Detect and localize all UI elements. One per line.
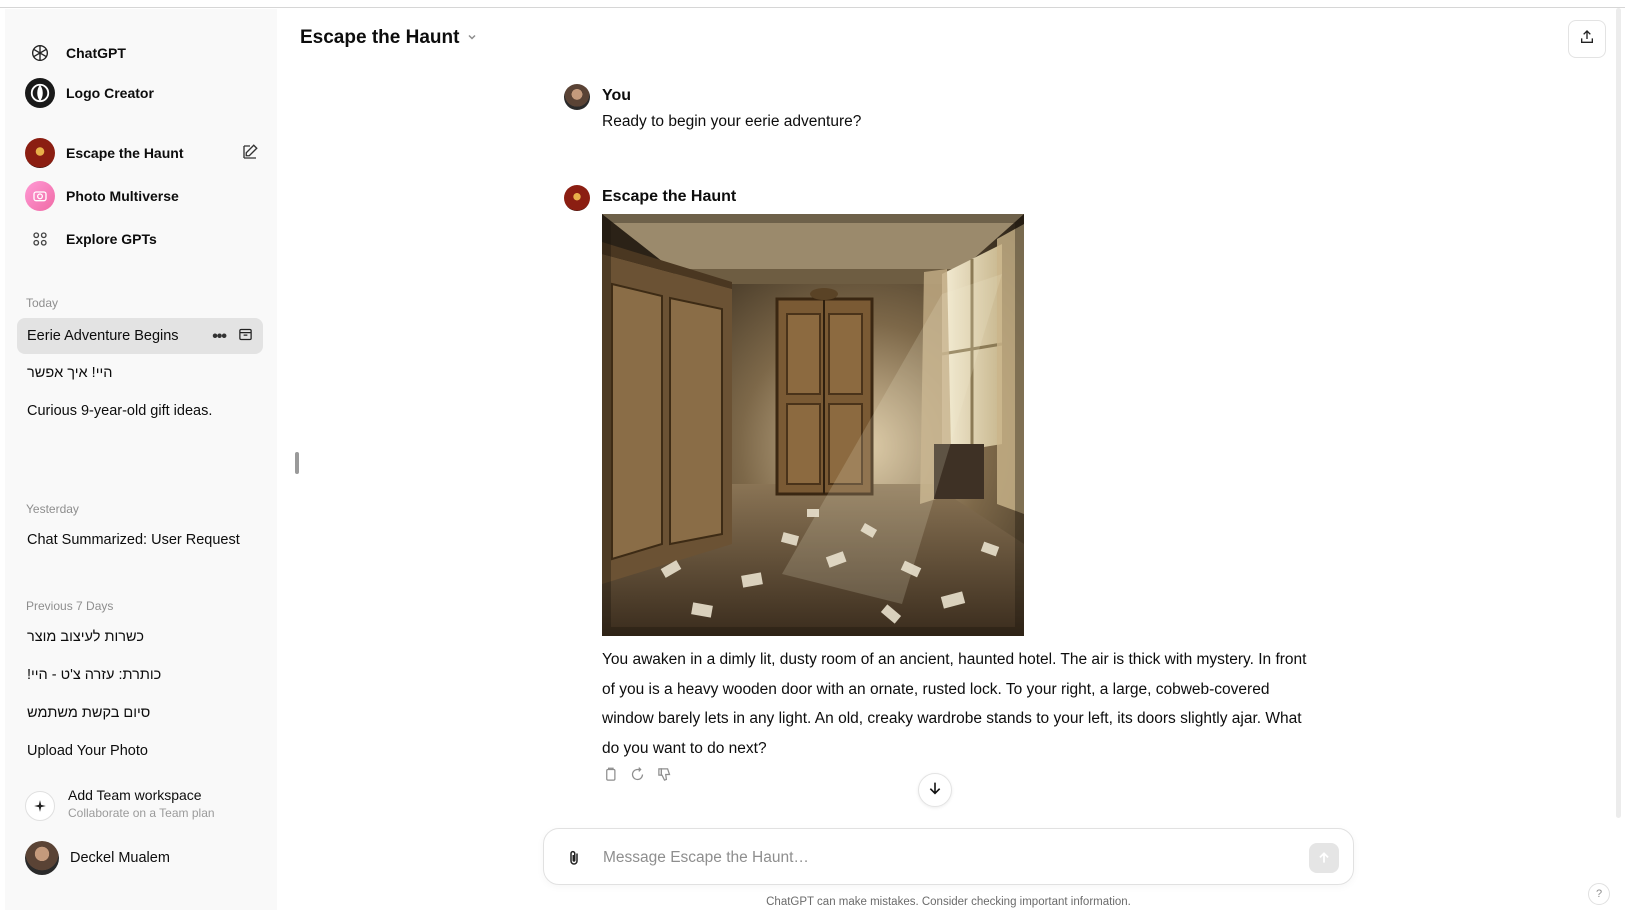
sidebar-gpt-escape-the-haunt[interactable]: Escape the Haunt [25, 135, 265, 171]
new-chat-icon[interactable] [241, 143, 259, 164]
message-actions [603, 767, 672, 787]
scrollbar[interactable] [1616, 8, 1621, 818]
history-item-label: היי! איך אפשר [27, 365, 113, 381]
archive-icon[interactable] [238, 327, 253, 346]
logo-creator-icon [25, 78, 55, 108]
add-team-workspace[interactable]: Add Team workspace Collaborate on a Team… [25, 787, 215, 821]
history-item[interactable]: Upload Your Photo [17, 733, 263, 769]
team-title: Add Team workspace [68, 787, 202, 803]
history-item[interactable]: סיום בקשת משתמש [17, 695, 263, 731]
history-item-label: כשרות לעיצוב מוצר [27, 629, 144, 645]
haunted-room-image[interactable] [602, 214, 1024, 636]
disclaimer-text: ChatGPT can make mistakes. Consider chec… [766, 896, 1131, 908]
history-item[interactable]: כותרת: עזרה צ'ט - היי! [17, 657, 263, 693]
help-button[interactable]: ? [1588, 883, 1610, 905]
history-item[interactable]: Curious 9-year-old gift ideas. [17, 393, 263, 429]
user-avatar [25, 841, 59, 875]
send-button[interactable] [1309, 843, 1339, 873]
share-icon [1579, 29, 1595, 50]
section-label-today: Today [26, 296, 59, 310]
grid-icon [25, 224, 55, 254]
history-item-label: סיום בקשת משתמש [27, 705, 151, 721]
sidebar-gpt-label: ChatGPT [66, 45, 126, 61]
sidebar-gpt-logo-creator[interactable]: Logo Creator [25, 75, 265, 111]
message-composer [543, 828, 1354, 885]
thumbs-down-icon[interactable] [657, 767, 672, 787]
user-profile[interactable]: Deckel Mualem [25, 841, 170, 875]
message-input[interactable] [603, 847, 1263, 869]
history-item-active[interactable]: Eerie Adventure Begins ••• [17, 318, 263, 354]
user-name: Deckel Mualem [70, 850, 170, 866]
escape-the-haunt-icon [564, 185, 590, 211]
history-item-label: Upload Your Photo [27, 743, 148, 759]
photo-multiverse-icon [25, 181, 55, 211]
history-item-label: Curious 9-year-old gift ideas. [27, 403, 213, 419]
model-selector[interactable]: Escape the Haunt [300, 27, 477, 49]
sparkle-icon [25, 791, 55, 821]
history-item-label: כותרת: עזרה צ'ט - היי! [27, 667, 162, 683]
user-avatar [564, 84, 590, 110]
sidebar: ChatGPT Logo Creator Escape the Haunt Ph… [5, 9, 277, 910]
sidebar-gpt-chatgpt[interactable]: ChatGPT [25, 35, 265, 71]
message-author: Escape the Haunt [602, 188, 737, 205]
message-author: You [602, 87, 632, 104]
scroll-to-bottom-button[interactable] [918, 773, 952, 807]
user-message-text: Ready to begin your eerie adventure? [602, 113, 862, 130]
history-item-label: Chat Summarized: User Request [27, 532, 240, 548]
assistant-message-text: You awaken in a dimly lit, dusty room of… [602, 651, 1307, 757]
sidebar-resize-handle[interactable] [295, 452, 299, 474]
history-item-label: Eerie Adventure Begins [27, 328, 179, 344]
section-label-yesterday: Yesterday [26, 502, 79, 516]
copy-icon[interactable] [603, 767, 618, 787]
sidebar-gpt-photo-multiverse[interactable]: Photo Multiverse [25, 178, 265, 214]
team-subtitle: Collaborate on a Team plan [68, 806, 215, 820]
history-item[interactable]: Chat Summarized: User Request [17, 522, 263, 558]
section-label-previous-7-days: Previous 7 Days [26, 599, 114, 613]
sidebar-gpt-label: Photo Multiverse [66, 188, 179, 204]
sidebar-explore-gpts[interactable]: Explore GPTs [25, 221, 265, 257]
page-title: Escape the Haunt [300, 27, 460, 48]
arrow-down-icon [927, 780, 943, 801]
paperclip-icon[interactable] [564, 847, 584, 869]
more-options-icon[interactable]: ••• [212, 328, 227, 346]
sidebar-gpt-label: Logo Creator [66, 85, 154, 101]
history-item[interactable]: היי! איך אפשר [17, 355, 263, 391]
escape-the-haunt-icon [25, 138, 55, 168]
openai-logo-icon [25, 38, 55, 68]
history-item[interactable]: כשרות לעיצוב מוצר [17, 619, 263, 655]
sidebar-gpt-label: Explore GPTs [66, 231, 157, 247]
regenerate-icon[interactable] [630, 767, 645, 787]
chevron-down-icon [467, 31, 477, 45]
share-button[interactable] [1568, 20, 1606, 58]
window-top-border [0, 0, 1625, 8]
sidebar-gpt-label: Escape the Haunt [66, 145, 184, 161]
